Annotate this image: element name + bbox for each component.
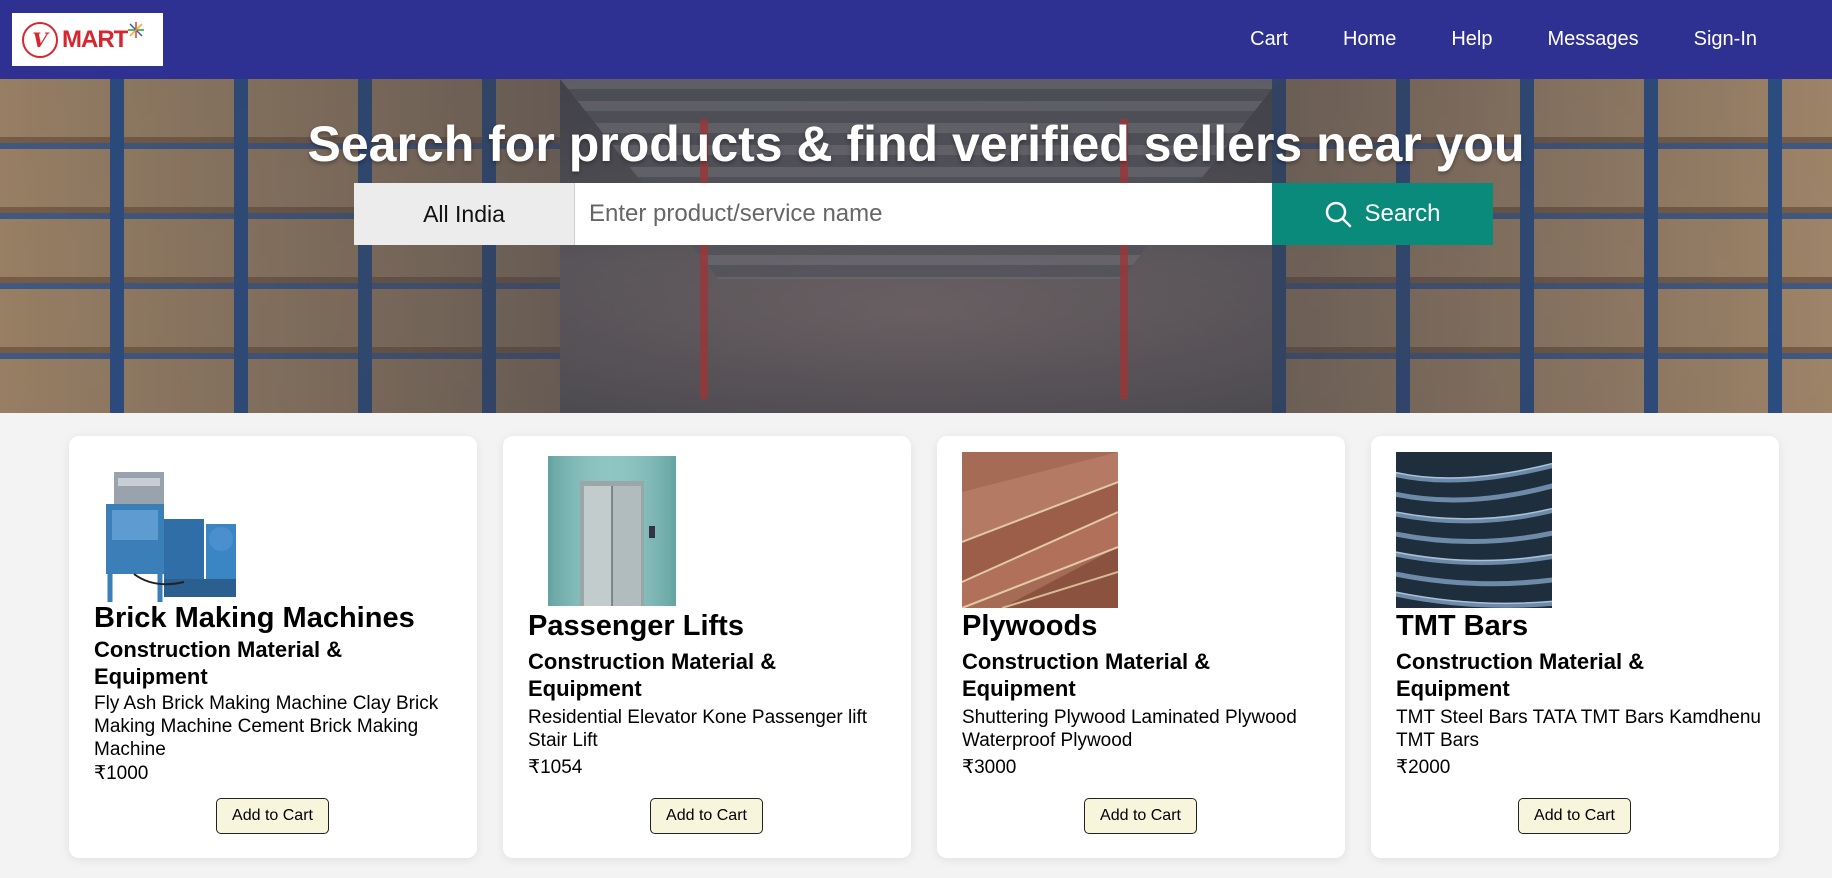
site-logo[interactable]: V MART	[12, 13, 163, 66]
search-bar: All India Search	[354, 183, 1493, 245]
product-price: ₹1000	[94, 763, 149, 784]
add-to-cart-button[interactable]: Add to Cart	[1518, 798, 1631, 834]
add-to-cart-button[interactable]: Add to Cart	[650, 798, 763, 834]
top-header: V MART Cart Home Help Messages Sign-In	[0, 0, 1832, 79]
product-description: TMT Steel Bars TATA TMT Bars Kamdhenu TM…	[1396, 707, 1761, 751]
product-description: Fly Ash Brick Making Machine Clay Brick …	[94, 693, 439, 760]
search-button[interactable]: Search	[1272, 183, 1493, 245]
product-list: Brick Making Machines Construction Mater…	[69, 436, 1779, 858]
product-card: Passenger Lifts Construction Material & …	[503, 436, 911, 858]
search-icon	[1326, 201, 1352, 228]
product-name[interactable]: TMT Bars	[1396, 610, 1761, 643]
tmt-bars-image[interactable]	[1396, 452, 1552, 608]
search-input[interactable]	[575, 183, 1272, 245]
product-description: Shuttering Plywood Laminated Plywood Wat…	[962, 707, 1297, 751]
product-category: Construction Material & Equipment	[1396, 649, 1645, 701]
nav-sign-in[interactable]: Sign-In	[1694, 28, 1757, 51]
brick-machine-image[interactable]	[94, 464, 250, 620]
nav-help[interactable]: Help	[1451, 28, 1492, 51]
product-name[interactable]: Plywoods	[962, 610, 1327, 643]
plywood-image[interactable]	[962, 452, 1118, 608]
product-category: Construction Material & Equipment	[94, 637, 343, 689]
nav-messages[interactable]: Messages	[1547, 28, 1638, 51]
product-card: Plywoods Construction Material & Equipme…	[937, 436, 1345, 858]
product-card: Brick Making Machines Construction Mater…	[69, 436, 477, 858]
product-price: ₹1054	[528, 757, 583, 778]
search-button-label: Search	[1364, 200, 1441, 227]
product-category: Construction Material & Equipment	[528, 649, 777, 701]
product-description: Residential Elevator Kone Passenger lift…	[528, 707, 868, 751]
product-card: TMT Bars Construction Material & Equipme…	[1371, 436, 1779, 858]
nav-cart[interactable]: Cart	[1250, 28, 1288, 51]
logo-text: MART	[62, 25, 128, 53]
logo-v-icon: V	[22, 21, 58, 58]
region-selector[interactable]: All India	[354, 183, 575, 245]
product-price: ₹2000	[1396, 757, 1451, 778]
hero-title: Search for products & find verified sell…	[307, 116, 1525, 172]
product-price: ₹3000	[962, 757, 1017, 778]
passenger-lift-image[interactable]	[528, 456, 684, 612]
product-name[interactable]: Brick Making Machines	[94, 602, 459, 635]
main-nav: Cart Home Help Messages Sign-In	[1250, 0, 1757, 79]
hero-banner: Search for products & find verified sell…	[0, 79, 1832, 413]
product-category: Construction Material & Equipment	[962, 649, 1211, 701]
logo-star-icon	[128, 22, 145, 41]
add-to-cart-button[interactable]: Add to Cart	[1084, 798, 1197, 834]
nav-home[interactable]: Home	[1343, 28, 1396, 51]
add-to-cart-button[interactable]: Add to Cart	[216, 798, 329, 834]
product-name[interactable]: Passenger Lifts	[528, 610, 893, 643]
